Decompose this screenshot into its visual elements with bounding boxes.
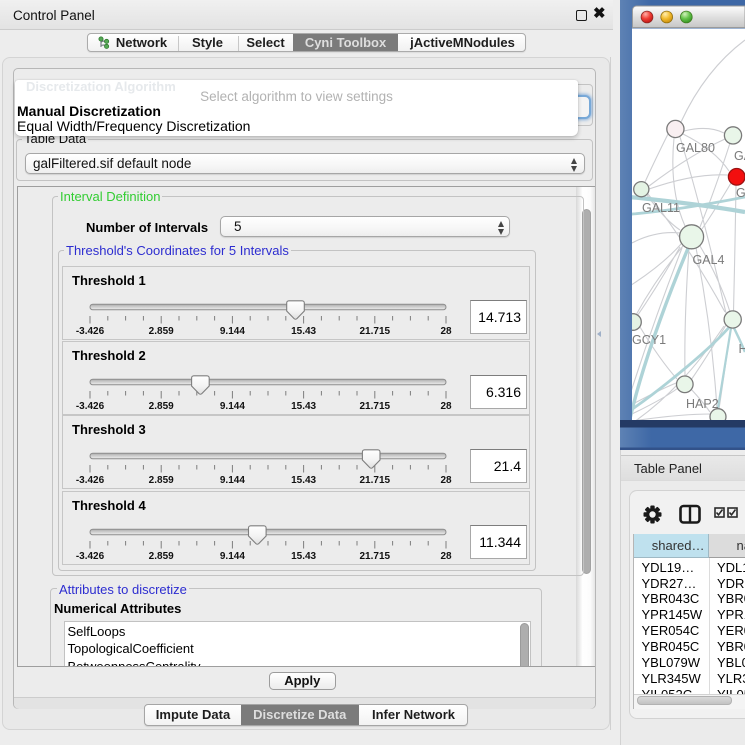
svg-text:GAL: GAL <box>734 149 745 163</box>
svg-text:GAL80: GAL80 <box>676 141 715 155</box>
svg-text:GCY1: GCY1 <box>632 333 666 347</box>
svg-text:GAL11: GAL11 <box>642 201 680 215</box>
svg-text:HAP2: HAP2 <box>686 397 719 411</box>
svg-text:HA: HA <box>739 342 745 356</box>
svg-text:G: G <box>736 186 745 200</box>
svg-text:GAL4: GAL4 <box>693 253 725 267</box>
